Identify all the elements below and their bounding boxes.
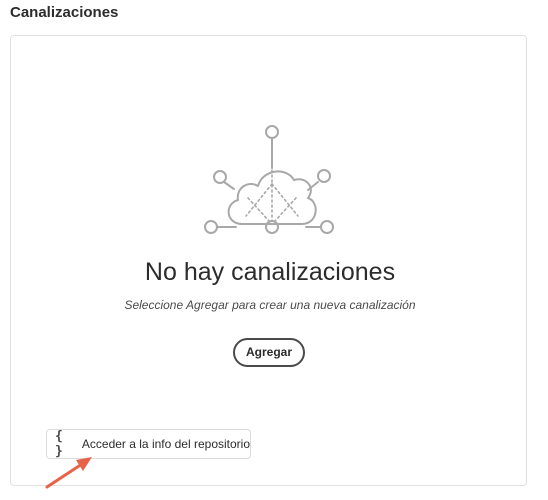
- repository-info-label: Acceder a la info del repositorio: [81, 437, 250, 451]
- empty-state-description: Seleccione Agregar para crear una nueva …: [124, 298, 416, 312]
- red-arrow-icon: [45, 457, 92, 489]
- cloud-network-icon: [204, 125, 334, 234]
- section-title: Canalizaciones: [10, 4, 119, 21]
- empty-state-heading: No hay canalizaciones: [144, 258, 396, 286]
- pipelines-panel: Canalizaciones No hay canalizaciones Sel…: [0, 0, 548, 500]
- add-pipeline-button[interactable]: Agregar: [233, 338, 305, 367]
